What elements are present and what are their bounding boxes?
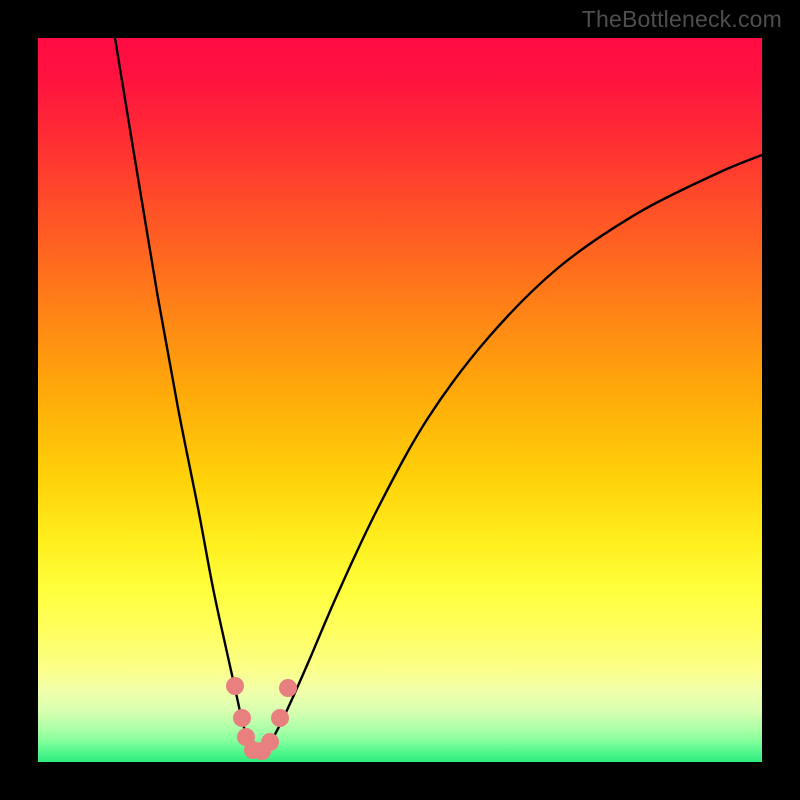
data-point — [233, 709, 251, 727]
data-point — [279, 679, 297, 697]
chart-svg — [38, 38, 762, 762]
data-point — [226, 677, 244, 695]
valley-points — [226, 677, 297, 760]
bottleneck-curve — [115, 38, 762, 753]
chart-frame: TheBottleneck.com — [0, 0, 800, 800]
watermark-text: TheBottleneck.com — [582, 6, 782, 33]
data-point — [261, 733, 279, 751]
plot-area — [38, 38, 762, 762]
data-point — [271, 709, 289, 727]
